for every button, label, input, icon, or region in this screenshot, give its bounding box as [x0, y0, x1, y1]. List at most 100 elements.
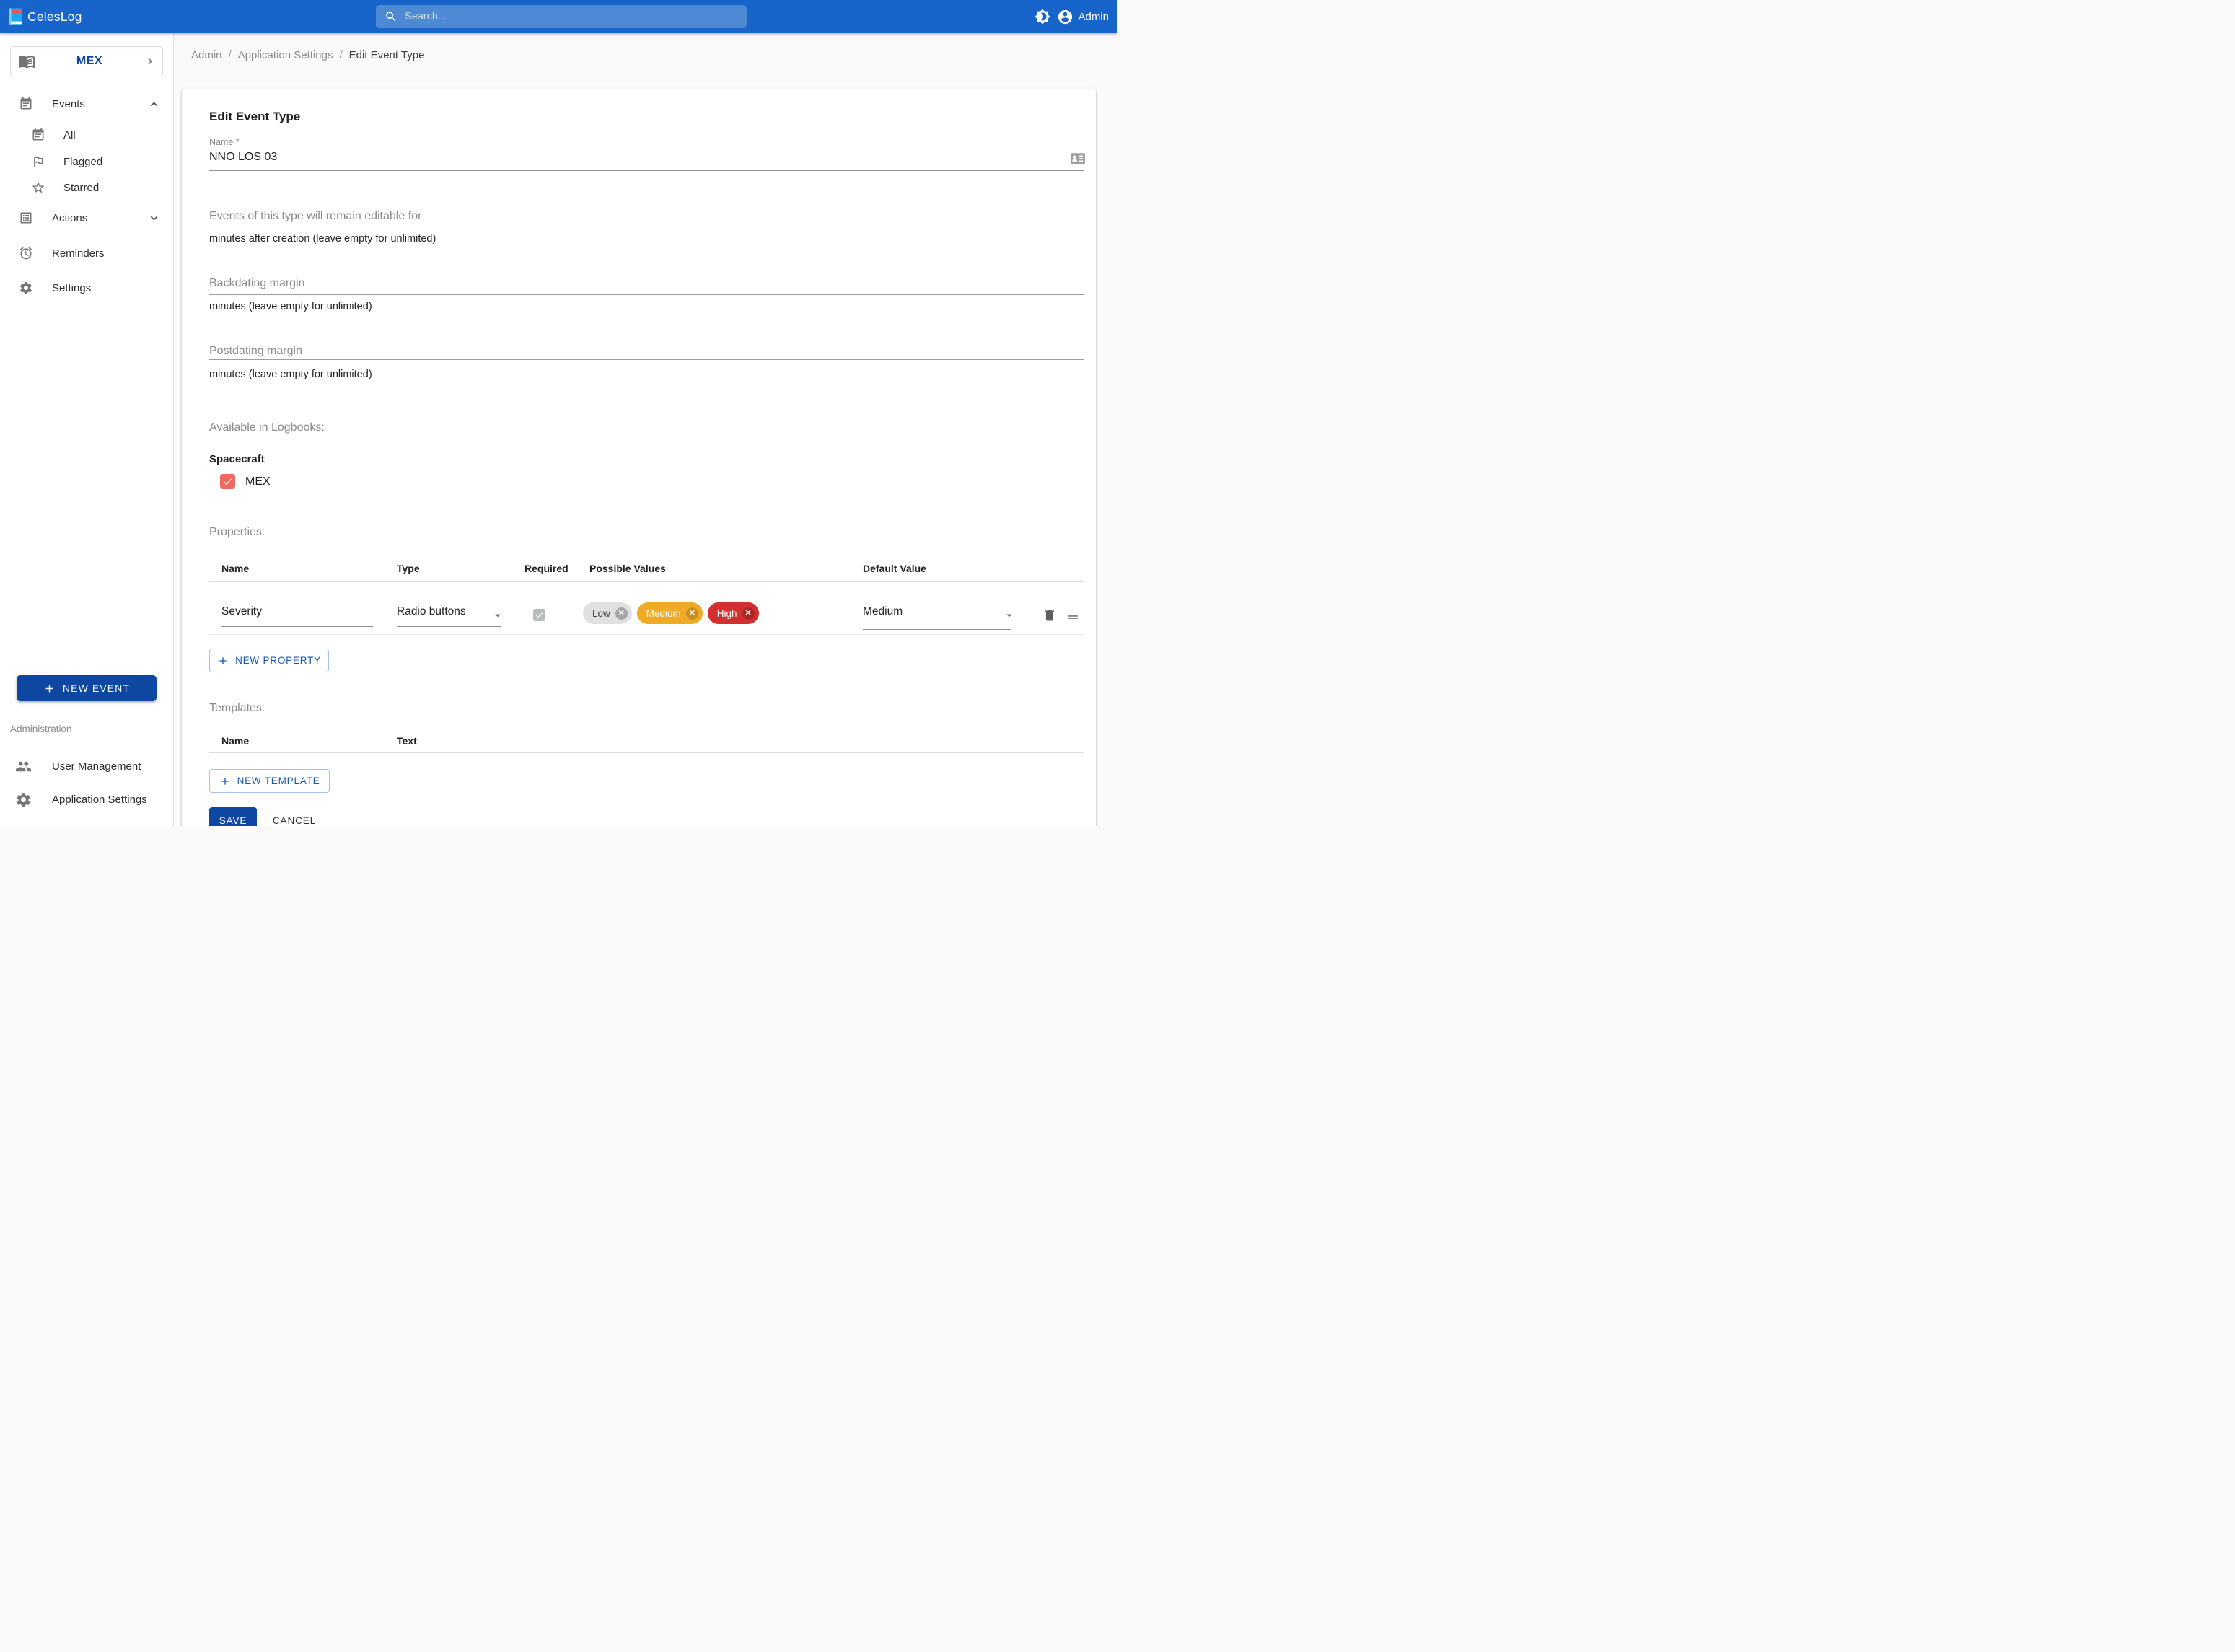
sidebar-item-all-events[interactable]: All [0, 123, 173, 147]
properties-header-possible-values: Possible Values [589, 563, 666, 574]
new-property-button[interactable]: NEW PROPERTY [209, 649, 329, 672]
user-name: Admin [1078, 11, 1109, 23]
sidebar-item-user-management[interactable]: User Management [0, 754, 173, 778]
chip-remove-icon[interactable]: ✕ [615, 607, 628, 620]
templates-divider [209, 752, 1084, 753]
property-type-select[interactable]: Radio buttons [397, 605, 466, 618]
sidebar-item-settings[interactable]: Settings [0, 276, 173, 300]
sidebar-item-label: All [63, 129, 76, 141]
sidebar: MEX Events All [0, 33, 174, 826]
new-template-label: NEW TEMPLATE [237, 776, 320, 786]
sidebar-item-actions[interactable]: Actions [0, 206, 173, 230]
properties-header-name: Name [221, 563, 249, 574]
page-title: Edit Event Type [209, 110, 300, 124]
breadcrumb-admin[interactable]: Admin [191, 49, 222, 61]
properties-header-divider [209, 581, 1084, 582]
backdating-field-hint: minutes (leave empty for unlimited) [209, 301, 372, 312]
check-icon [222, 476, 233, 487]
logbook-name: MEX [35, 55, 144, 68]
templates-section-title: Templates: [209, 702, 265, 715]
sidebar-item-flagged[interactable]: Flagged [0, 149, 173, 174]
new-event-button[interactable]: NEW EVENT [17, 675, 157, 701]
sidebar-item-label: Starred [63, 182, 99, 194]
postdating-field-label: Postdating margin [209, 345, 302, 358]
templates-header-text: Text [397, 735, 417, 747]
postdating-field-underline[interactable] [209, 359, 1084, 360]
main-content: Admin / Application Settings / Edit Even… [174, 33, 1118, 826]
breadcrumb: Admin / Application Settings / Edit Even… [191, 49, 424, 61]
sidebar-item-label: Events [52, 98, 85, 110]
logbook-group-label: Spacecraft [209, 453, 265, 465]
backdating-field-underline[interactable] [209, 294, 1084, 295]
cancel-button[interactable]: CANCEL [265, 807, 323, 826]
chip-label: High [717, 608, 737, 619]
postdating-field-hint: minutes (leave empty for unlimited) [209, 369, 372, 380]
possible-values-chips: Low ✕ Medium ✕ High ✕ [583, 602, 759, 624]
sidebar-item-starred[interactable]: Starred [0, 175, 173, 200]
property-row-divider [209, 634, 1084, 635]
breadcrumb-current-page: Edit Event Type [349, 49, 425, 61]
calendar-icon [19, 97, 33, 111]
gear-icon [19, 281, 33, 295]
list-icon [19, 211, 33, 225]
sidebar-item-label: Application Settings [52, 794, 147, 806]
book-logo-icon [7, 7, 25, 26]
account-circle-icon [1057, 9, 1073, 25]
check-icon [535, 610, 544, 620]
name-field[interactable] [209, 151, 1039, 164]
drag-handle-icon[interactable] [1066, 610, 1080, 624]
backdating-field-label: Backdating margin [209, 277, 305, 290]
dropdown-arrow-icon [1003, 609, 1016, 622]
app-logo[interactable]: CelesLog [7, 7, 82, 26]
breadcrumb-application-settings[interactable]: Application Settings [238, 49, 333, 61]
delete-property-icon[interactable] [1042, 608, 1057, 623]
plus-icon [217, 655, 229, 667]
new-template-button[interactable]: NEW TEMPLATE [209, 769, 330, 793]
chip-remove-icon[interactable]: ✕ [686, 607, 698, 620]
default-value-select[interactable]: Medium [863, 605, 903, 618]
name-field-underline [209, 170, 1084, 171]
star-icon [31, 180, 45, 195]
breadcrumb-separator: / [339, 49, 342, 61]
sidebar-item-application-settings[interactable]: Application Settings [0, 787, 173, 812]
property-name-underline [221, 626, 373, 627]
save-button[interactable]: SAVE [209, 807, 257, 826]
properties-header-type: Type [397, 563, 420, 574]
chip-low: Low ✕ [583, 602, 632, 624]
logbook-selector[interactable]: MEX [10, 46, 163, 76]
mex-logbook-checkbox-label: MEX [245, 475, 271, 488]
property-name-field[interactable] [221, 605, 373, 618]
logbooks-section-title: Available in Logbooks: [209, 421, 325, 434]
app-title: CelesLog [27, 9, 82, 25]
search-input[interactable] [405, 11, 738, 22]
app-window: CelesLog Admin [0, 0, 1118, 826]
new-property-label: NEW PROPERTY [235, 655, 321, 666]
chip-high: High ✕ [708, 602, 759, 624]
property-type-underline [397, 626, 501, 627]
sidebar-item-label: Reminders [52, 247, 105, 260]
chevron-up-icon [147, 97, 161, 111]
properties-header-default-value: Default Value [863, 563, 926, 574]
property-required-checkbox[interactable] [533, 609, 545, 621]
mex-logbook-checkbox[interactable] [220, 474, 235, 489]
user-menu[interactable]: Admin [1057, 9, 1109, 25]
main-layout: MEX Events All [0, 33, 1118, 826]
chip-medium: Medium ✕ [637, 602, 703, 624]
chevron-down-icon [147, 211, 161, 225]
contact-card-icon[interactable] [1071, 153, 1085, 164]
top-app-bar: CelesLog Admin [0, 0, 1118, 33]
plus-icon [219, 776, 231, 787]
editable-for-field-hint: minutes after creation (leave empty for … [209, 233, 436, 245]
flag-icon [31, 154, 45, 169]
alarm-icon [19, 246, 33, 260]
dropdown-arrow-icon [491, 609, 504, 622]
chip-remove-icon[interactable]: ✕ [742, 607, 755, 620]
sidebar-item-reminders[interactable]: Reminders [0, 241, 173, 265]
sidebar-item-label: Flagged [63, 156, 102, 168]
search-icon [385, 10, 398, 23]
theme-toggle-icon[interactable] [1035, 9, 1050, 25]
plus-icon [43, 682, 56, 695]
calendar-icon [31, 128, 45, 142]
search-bar[interactable] [376, 5, 747, 28]
sidebar-item-events[interactable]: Events [0, 92, 173, 116]
